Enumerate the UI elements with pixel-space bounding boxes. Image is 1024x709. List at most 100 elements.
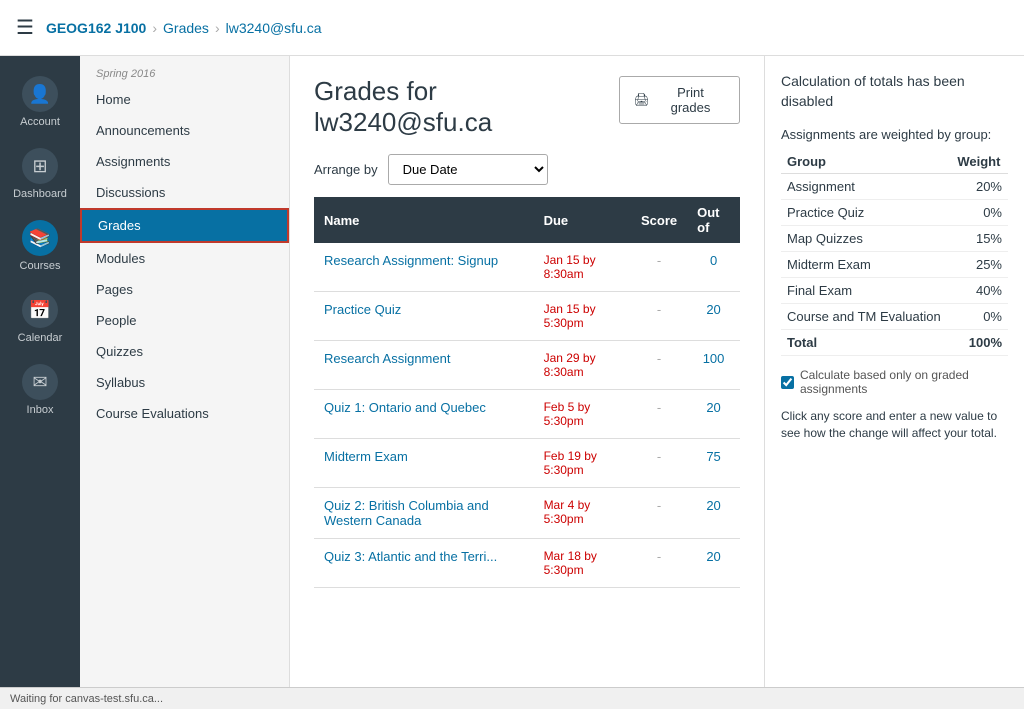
print-label: Print grades xyxy=(656,85,725,115)
sidebar-link-quizzes[interactable]: Quizzes xyxy=(80,336,289,367)
global-nav: 👤 Account ⊞ Dashboard 📚 Courses 📅 Calend… xyxy=(0,56,80,687)
nav-item-dashboard[interactable]: ⊞ Dashboard xyxy=(0,138,80,210)
info-panel: Calculation of totals has been disabled … xyxy=(764,56,1024,687)
score-cell[interactable]: 20 xyxy=(687,292,740,341)
col-score: Score xyxy=(631,197,687,243)
weights-row: Assignment 20% xyxy=(781,174,1008,200)
grades-table: Name Due Score Out of Research Assignmen… xyxy=(314,197,740,588)
status-bar: Waiting for canvas-test.sfu.ca... xyxy=(0,687,1024,709)
sidebar-link-home[interactable]: Home xyxy=(80,84,289,115)
assignment-name-cell: Research Assignment: Signup xyxy=(314,243,534,292)
assignment-link[interactable]: Quiz 1: Ontario and Quebec xyxy=(324,400,486,415)
weights-weight: 15% xyxy=(951,226,1008,252)
sep2: › xyxy=(215,20,220,36)
due-time: Feb 5 by 5:30pm xyxy=(544,400,591,428)
account-icon: 👤 xyxy=(22,76,58,112)
top-section: 👤 Account ⊞ Dashboard 📚 Courses 📅 Calend… xyxy=(0,56,1024,687)
assignment-link[interactable]: Research Assignment xyxy=(324,351,450,366)
due-time: Jan 15 by 5:30pm xyxy=(544,302,596,330)
top-bar: ☰ GEOG162 J100 › Grades › lw3240@sfu.ca xyxy=(0,0,1024,56)
due-date-cell: Mar 18 by 5:30pm xyxy=(534,539,631,588)
click-info: Click any score and enter a new value to… xyxy=(781,408,1008,442)
dash-cell: - xyxy=(631,439,687,488)
score-cell[interactable]: 20 xyxy=(687,390,740,439)
assignment-link[interactable]: Research Assignment: Signup xyxy=(324,253,498,268)
sidebar-link-course-evaluations[interactable]: Course Evaluations xyxy=(80,398,289,429)
table-row: Research Assignment: Signup Jan 15 by 8:… xyxy=(314,243,740,292)
sidebar-link-discussions[interactable]: Discussions xyxy=(80,177,289,208)
weights-row: Total 100% xyxy=(781,330,1008,356)
nav-label-account: Account xyxy=(20,116,60,128)
nav-item-inbox[interactable]: ✉ Inbox xyxy=(0,354,80,426)
weights-weight: 0% xyxy=(951,200,1008,226)
weights-col-group: Group xyxy=(781,150,951,174)
col-outof: Out of xyxy=(687,197,740,243)
graded-only-checkbox[interactable] xyxy=(781,376,794,389)
weights-group: Final Exam xyxy=(781,278,951,304)
inbox-icon: ✉ xyxy=(22,364,58,400)
sidebar-link-assignments[interactable]: Assignments xyxy=(80,146,289,177)
courses-icon: 📚 xyxy=(22,220,58,256)
due-time: Mar 18 by 5:30pm xyxy=(544,549,597,577)
weights-weight: 20% xyxy=(951,174,1008,200)
nav-label-calendar: Calendar xyxy=(18,332,63,344)
weights-row: Practice Quiz 0% xyxy=(781,200,1008,226)
arrange-by-select[interactable]: Due Date Name Module xyxy=(388,154,548,185)
col-name: Name xyxy=(314,197,534,243)
nav-label-dashboard: Dashboard xyxy=(13,188,67,200)
grades-breadcrumb[interactable]: Grades xyxy=(163,20,209,36)
assignment-link[interactable]: Midterm Exam xyxy=(324,449,408,464)
weights-group: Map Quizzes xyxy=(781,226,951,252)
print-button[interactable]: 🖨 Print grades xyxy=(619,76,741,124)
due-date-cell: Jan 15 by 8:30am xyxy=(534,243,631,292)
status-text: Waiting for canvas-test.sfu.ca... xyxy=(10,693,163,705)
score-cell[interactable]: 100 xyxy=(687,341,740,390)
due-date-cell: Feb 5 by 5:30pm xyxy=(534,390,631,439)
score-cell[interactable]: 75 xyxy=(687,439,740,488)
due-time: Feb 19 by 5:30pm xyxy=(544,449,597,477)
weights-weight: 40% xyxy=(951,278,1008,304)
assignment-name-cell: Midterm Exam xyxy=(314,439,534,488)
content-area: Grades for lw3240@sfu.ca 🖨 Print grades … xyxy=(290,56,764,687)
calendar-icon: 📅 xyxy=(22,292,58,328)
assignment-link[interactable]: Quiz 3: Atlantic and the Terri... xyxy=(324,549,497,564)
table-row: Quiz 1: Ontario and Quebec Feb 5 by 5:30… xyxy=(314,390,740,439)
score-cell[interactable]: 0 xyxy=(687,243,740,292)
due-time: Jan 15 by 8:30am xyxy=(544,253,596,281)
assignment-link[interactable]: Practice Quiz xyxy=(324,302,401,317)
score-cell[interactable]: 20 xyxy=(687,488,740,539)
assignment-name-cell: Quiz 3: Atlantic and the Terri... xyxy=(314,539,534,588)
col-due: Due xyxy=(534,197,631,243)
assignment-name-cell: Research Assignment xyxy=(314,341,534,390)
nav-label-courses: Courses xyxy=(20,260,61,272)
weights-group: Course and TM Evaluation xyxy=(781,304,951,330)
sidebar-link-pages[interactable]: Pages xyxy=(80,274,289,305)
sidebar-link-modules[interactable]: Modules xyxy=(80,243,289,274)
sidebar-link-syllabus[interactable]: Syllabus xyxy=(80,367,289,398)
calc-disabled-text: Calculation of totals has been disabled xyxy=(781,72,1008,111)
nav-item-account[interactable]: 👤 Account xyxy=(0,66,80,138)
weights-row: Final Exam 40% xyxy=(781,278,1008,304)
sidebar-link-people[interactable]: People xyxy=(80,305,289,336)
hamburger-icon[interactable]: ☰ xyxy=(16,15,34,40)
course-name[interactable]: GEOG162 J100 xyxy=(46,20,146,36)
table-row: Research Assignment Jan 29 by 8:30am - 1… xyxy=(314,341,740,390)
score-cell[interactable]: 20 xyxy=(687,539,740,588)
assignment-name-cell: Practice Quiz xyxy=(314,292,534,341)
weights-weight: 0% xyxy=(951,304,1008,330)
table-row: Midterm Exam Feb 19 by 5:30pm - 75 xyxy=(314,439,740,488)
course-sidebar: Spring 2016 Home Announcements Assignmen… xyxy=(80,56,290,687)
dash-cell: - xyxy=(631,341,687,390)
nav-item-calendar[interactable]: 📅 Calendar xyxy=(0,282,80,354)
weights-header-row: Group Weight xyxy=(781,150,1008,174)
weights-col-weight: Weight xyxy=(951,150,1008,174)
assignment-name-cell: Quiz 2: British Columbia and Western Can… xyxy=(314,488,534,539)
grades-header: Grades for lw3240@sfu.ca 🖨 Print grades xyxy=(314,76,740,138)
assignment-link[interactable]: Quiz 2: British Columbia and Western Can… xyxy=(324,498,489,528)
weights-row: Course and TM Evaluation 0% xyxy=(781,304,1008,330)
arrange-row: Arrange by Due Date Name Module xyxy=(314,154,740,185)
nav-item-courses[interactable]: 📚 Courses xyxy=(0,210,80,282)
sidebar-link-announcements[interactable]: Announcements xyxy=(80,115,289,146)
sidebar-link-grades[interactable]: Grades xyxy=(80,208,289,243)
due-time: Jan 29 by 8:30am xyxy=(544,351,596,379)
